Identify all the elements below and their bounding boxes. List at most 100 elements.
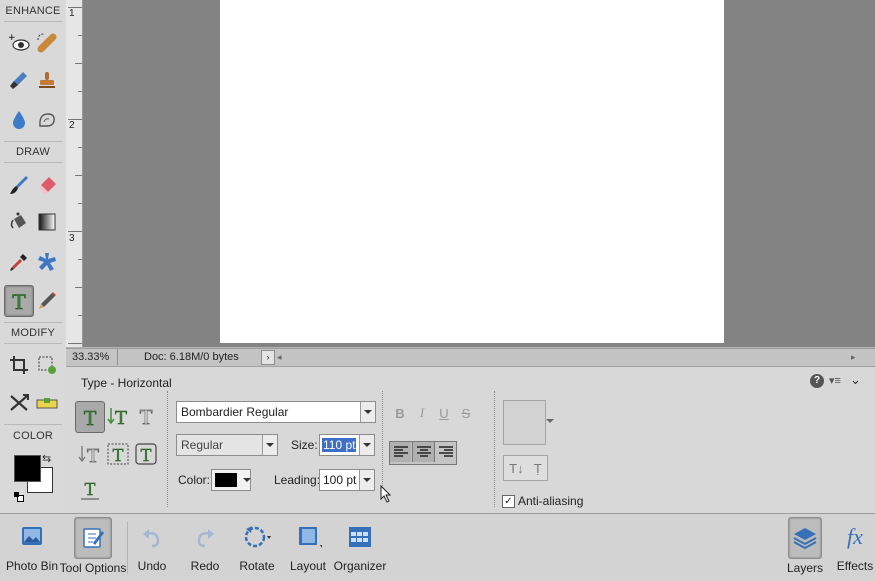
photo-bin-label: Photo Bin	[5, 559, 59, 573]
sponge-icon	[39, 113, 55, 127]
brush-tool[interactable]	[5, 170, 33, 200]
text-on-selection-button[interactable]: T	[106, 440, 130, 468]
blur-tool[interactable]	[5, 105, 33, 135]
font-family-dropdown[interactable]: Bombardier Regular	[176, 401, 376, 423]
smart-brush-tool[interactable]	[5, 65, 33, 95]
rotate-icon	[242, 517, 272, 557]
swap-colors-icon[interactable]: ⇆	[42, 454, 51, 465]
font-size-field[interactable]: 110 pt	[319, 434, 375, 456]
chevron-down-icon	[240, 470, 251, 490]
section-label-modify: MODIFY	[11, 327, 55, 339]
level-icon	[36, 398, 58, 409]
horizontal-type-button[interactable]: T	[75, 401, 105, 433]
eyedropper-tool[interactable]	[5, 247, 33, 277]
strikethrough-button[interactable]: S	[456, 403, 476, 423]
effects-label: Effects	[836, 559, 874, 573]
warp-text-icon[interactable]: Ṭ	[534, 461, 542, 476]
gradient-icon	[38, 213, 56, 231]
crop-tool[interactable]	[5, 350, 33, 380]
align-left-button[interactable]	[390, 442, 411, 462]
straighten-tool[interactable]	[33, 388, 61, 418]
custom-shape-tool[interactable]	[33, 247, 61, 277]
effects-button[interactable]: fx Effects	[835, 517, 875, 577]
zoom-level[interactable]: 33.33%	[72, 350, 116, 364]
chevron-down-icon	[360, 402, 375, 422]
collapse-chevron-icon[interactable]: ⌄	[850, 372, 861, 388]
anti-aliasing-checkbox[interactable]: ✓	[502, 495, 515, 508]
horizontal-type-mask-button[interactable]: T	[134, 402, 158, 430]
help-icon[interactable]: ?	[810, 374, 824, 388]
layers-label: Layers	[786, 561, 824, 575]
anti-aliasing-label: Anti-aliasing	[518, 494, 584, 508]
recompose-icon	[38, 356, 56, 374]
pencil-tool[interactable]	[33, 286, 61, 316]
options-divider	[167, 391, 168, 507]
default-colors-icon[interactable]	[14, 492, 24, 502]
section-divider	[4, 162, 62, 163]
underline-button[interactable]: U	[434, 403, 454, 423]
text-style-preset-swatch[interactable]	[503, 400, 546, 445]
scroll-left-icon[interactable]: ◂	[277, 352, 282, 363]
vertical-type-icon: T	[107, 407, 127, 428]
align-right-icon	[438, 446, 453, 457]
chevron-down-icon	[359, 435, 374, 455]
tool-options-label: Tool Options	[59, 561, 127, 575]
gradient-tool[interactable]	[33, 207, 61, 237]
spot-healing-tool[interactable]	[33, 28, 61, 58]
vertical-ruler: 1 2 3	[66, 0, 83, 347]
fx-icon: fx	[841, 517, 869, 557]
recompose-tool[interactable]	[33, 350, 61, 380]
text-on-path-icon: T	[81, 479, 99, 500]
font-style-dropdown[interactable]: Regular	[176, 434, 278, 456]
panel-menu-icon[interactable]: ▾≡	[829, 374, 841, 387]
rotate-button[interactable]: Rotate	[237, 517, 277, 577]
svg-text:T: T	[84, 406, 97, 428]
scroll-right-icon[interactable]: ▸	[851, 352, 856, 363]
chevron-down-icon	[262, 435, 277, 455]
text-on-shape-button[interactable]: T	[134, 440, 158, 468]
text-on-shape-icon: T	[135, 443, 157, 465]
italic-button[interactable]: I	[412, 403, 432, 423]
align-right-button[interactable]	[434, 442, 456, 462]
change-orientation-icon[interactable]: T↓	[509, 461, 523, 476]
document-canvas[interactable]	[220, 0, 724, 343]
svg-text:T: T	[115, 407, 127, 428]
options-divider	[494, 391, 495, 507]
paint-bucket-tool[interactable]	[5, 207, 33, 237]
content-aware-move-tool[interactable]	[5, 388, 33, 418]
vertical-type-mask-button[interactable]: T	[78, 440, 102, 468]
clone-stamp-tool[interactable]	[33, 65, 61, 95]
bold-button[interactable]: B	[390, 403, 410, 423]
photo-bin-button[interactable]: Photo Bin	[6, 517, 58, 577]
foreground-color-swatch[interactable]	[14, 455, 41, 482]
text-on-path-button[interactable]: T	[78, 475, 102, 503]
tool-options-button[interactable]: Tool Options	[59, 517, 127, 577]
text-style-group: B I U S	[390, 403, 478, 423]
mouse-cursor-icon	[380, 485, 392, 503]
leading-field[interactable]: 100 pt	[319, 469, 375, 491]
undo-button[interactable]: Undo	[134, 517, 170, 577]
section-divider	[4, 322, 62, 323]
sponge-tool[interactable]	[33, 105, 61, 135]
font-size-value: 110 pt	[322, 438, 357, 452]
crop-icon	[10, 356, 28, 374]
bottom-divider	[127, 522, 128, 574]
section-divider	[4, 424, 62, 425]
vertical-type-button[interactable]: T	[106, 402, 130, 430]
status-menu-arrow-icon[interactable]: ›	[261, 350, 275, 365]
eraser-tool[interactable]	[33, 170, 61, 200]
leading-label: Leading:	[274, 473, 321, 487]
svg-text:T: T	[85, 479, 96, 499]
red-eye-tool[interactable]: +	[5, 28, 33, 58]
layout-button[interactable]: Layout	[289, 517, 327, 577]
chevron-down-icon[interactable]	[546, 419, 554, 423]
redo-button[interactable]: Redo	[187, 517, 223, 577]
layers-icon	[788, 517, 822, 559]
type-tool[interactable]: T	[4, 285, 34, 317]
align-center-button[interactable]	[412, 442, 434, 462]
section-divider	[4, 141, 62, 142]
organizer-button[interactable]: Organizer	[334, 517, 386, 577]
text-color-picker[interactable]	[211, 469, 251, 491]
layers-button[interactable]: Layers	[785, 517, 825, 577]
font-family-value: Bombardier Regular	[181, 405, 289, 419]
